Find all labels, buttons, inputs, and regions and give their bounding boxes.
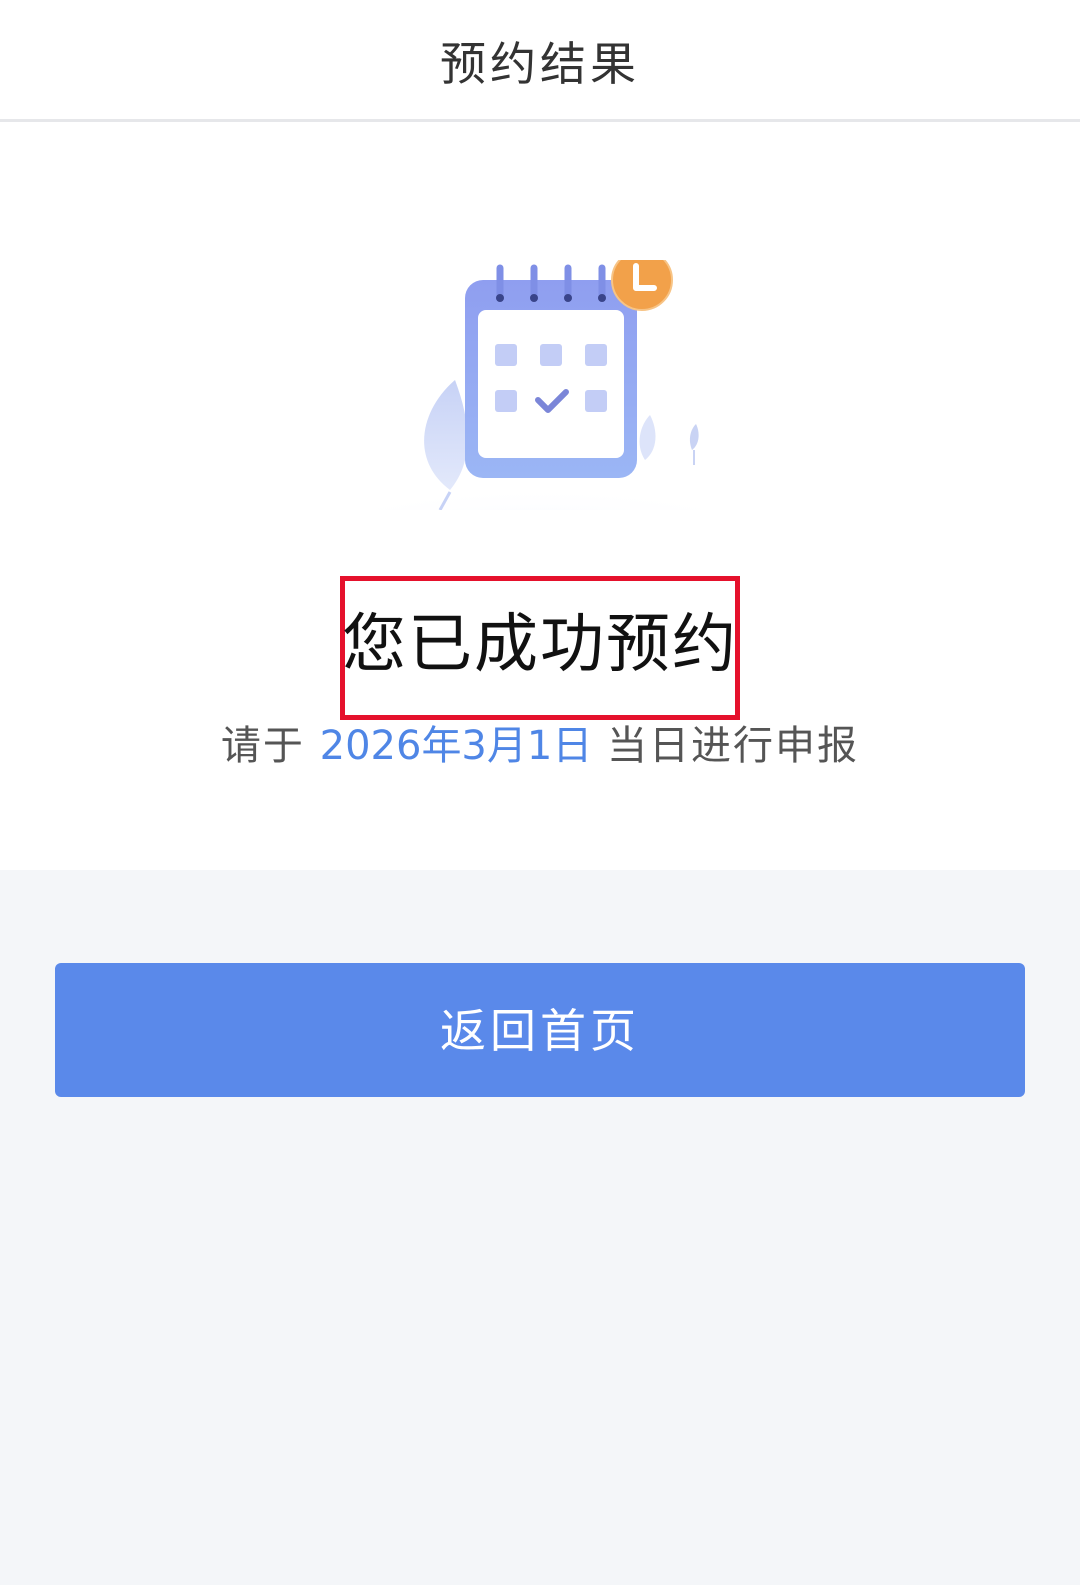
- return-home-button[interactable]: 返回首页: [55, 963, 1025, 1097]
- calendar-clock-icon: [290, 249, 790, 570]
- nav-bar: 预约结果: [0, 0, 1080, 122]
- appointment-subline: 请于 2026年3月1日 当日进行申报: [0, 718, 1080, 774]
- result-panel: 您已成功预约 请于 2026年3月1日 当日进行申报: [0, 122, 1080, 870]
- subline-prefix: 请于: [220, 723, 320, 769]
- return-home-label: 返回首页: [440, 1005, 640, 1057]
- appointment-date: 2026年3月1日: [319, 723, 593, 769]
- success-headline: 您已成功预约: [342, 608, 738, 682]
- subline-suffix: 当日进行申报: [592, 723, 860, 769]
- page-title: 预约结果: [440, 37, 640, 91]
